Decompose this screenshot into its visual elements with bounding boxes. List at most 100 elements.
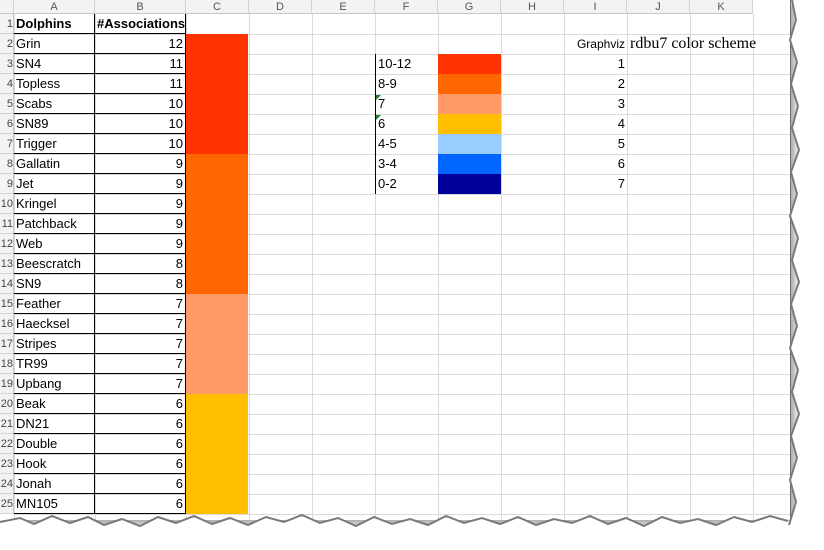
legend-index-cell[interactable]: 5 — [564, 134, 627, 154]
row-header[interactable]: 22 — [0, 434, 14, 454]
row-header[interactable]: 16 — [0, 314, 14, 334]
legend-index-cell[interactable]: 7 — [564, 174, 627, 194]
legend-range-label[interactable]: 8-9 — [375, 74, 438, 94]
association-count-cell[interactable]: 6 — [95, 414, 186, 434]
dolphin-name-cell[interactable]: Trigger — [14, 134, 95, 154]
dolphin-name-cell[interactable]: Patchback — [14, 214, 95, 234]
association-count-cell[interactable]: 9 — [95, 174, 186, 194]
column-header[interactable]: D — [249, 0, 312, 14]
dolphin-name-cell[interactable]: Scabs — [14, 94, 95, 114]
legend-index-cell[interactable]: 2 — [564, 74, 627, 94]
legend-range-label[interactable]: 6 — [375, 114, 438, 134]
association-count-cell[interactable]: 11 — [95, 74, 186, 94]
legend-range-label[interactable]: 3-4 — [375, 154, 438, 174]
association-count-cell[interactable]: 6 — [95, 394, 186, 414]
row-header[interactable]: 21 — [0, 414, 14, 434]
dolphin-name-cell[interactable]: Gallatin — [14, 154, 95, 174]
column-header[interactable]: C — [186, 0, 249, 14]
association-count-cell[interactable]: 12 — [95, 34, 186, 54]
association-count-cell[interactable]: 9 — [95, 154, 186, 174]
column-header[interactable]: H — [501, 0, 564, 14]
row-header[interactable]: 23 — [0, 454, 14, 474]
row-header[interactable]: 9 — [0, 174, 14, 194]
dolphin-name-cell[interactable]: Jonah — [14, 474, 95, 494]
association-count-cell[interactable]: 10 — [95, 134, 186, 154]
select-all-corner[interactable] — [0, 0, 14, 14]
row-header[interactable]: 3 — [0, 54, 14, 74]
association-count-cell[interactable]: 10 — [95, 94, 186, 114]
row-header[interactable]: 19 — [0, 374, 14, 394]
header-dolphins[interactable]: Dolphins — [14, 14, 95, 34]
dolphin-name-cell[interactable]: Double — [14, 434, 95, 454]
dolphin-name-cell[interactable]: Jet — [14, 174, 95, 194]
association-count-cell[interactable]: 9 — [95, 234, 186, 254]
dolphin-name-cell[interactable]: Feather — [14, 294, 95, 314]
header-associations[interactable]: #Associations — [95, 14, 186, 34]
column-header[interactable]: G — [438, 0, 501, 14]
dolphin-name-cell[interactable]: Kringel — [14, 194, 95, 214]
dolphin-name-cell[interactable]: Upbang — [14, 374, 95, 394]
association-count-cell[interactable]: 9 — [95, 214, 186, 234]
column-header[interactable]: K — [690, 0, 753, 14]
association-count-cell[interactable]: 6 — [95, 454, 186, 474]
dolphin-name-cell[interactable]: Beak — [14, 394, 95, 414]
legend-range-label[interactable]: 7 — [375, 94, 438, 114]
column-header[interactable]: I — [564, 0, 627, 14]
dolphin-name-cell[interactable]: SN4 — [14, 54, 95, 74]
row-header[interactable]: 14 — [0, 274, 14, 294]
dolphin-name-cell[interactable]: DN21 — [14, 414, 95, 434]
row-header[interactable]: 8 — [0, 154, 14, 174]
row-header[interactable]: 1 — [0, 14, 14, 34]
legend-index-cell[interactable]: 3 — [564, 94, 627, 114]
dolphin-name-cell[interactable]: Stripes — [14, 334, 95, 354]
row-header[interactable]: 7 — [0, 134, 14, 154]
dolphin-name-cell[interactable]: Haecksel — [14, 314, 95, 334]
row-header[interactable]: 6 — [0, 114, 14, 134]
association-count-cell[interactable]: 6 — [95, 474, 186, 494]
column-header[interactable]: J — [627, 0, 690, 14]
association-count-cell[interactable]: 11 — [95, 54, 186, 74]
legend-range-label[interactable]: 0-2 — [375, 174, 438, 194]
row-header[interactable]: 20 — [0, 394, 14, 414]
association-count-cell[interactable]: 7 — [95, 294, 186, 314]
association-count-cell[interactable]: 9 — [95, 194, 186, 214]
dolphin-name-cell[interactable]: Beescratch — [14, 254, 95, 274]
association-count-cell[interactable]: 8 — [95, 274, 186, 294]
row-header[interactable]: 12 — [0, 234, 14, 254]
legend-index-cell[interactable]: 1 — [564, 54, 627, 74]
dolphin-name-cell[interactable]: Grin — [14, 34, 95, 54]
association-count-cell[interactable]: 7 — [95, 334, 186, 354]
dolphin-name-cell[interactable]: Topless — [14, 74, 95, 94]
legend-range-label[interactable]: 4-5 — [375, 134, 438, 154]
column-header[interactable]: F — [375, 0, 438, 14]
color-scheme-title[interactable]: rdbu7 color scheme — [627, 34, 787, 54]
row-header[interactable]: 13 — [0, 254, 14, 274]
association-count-cell[interactable]: 10 — [95, 114, 186, 134]
legend-index-cell[interactable]: 4 — [564, 114, 627, 134]
dolphin-name-cell[interactable]: TR99 — [14, 354, 95, 374]
row-header[interactable]: 15 — [0, 294, 14, 314]
association-count-cell[interactable]: 6 — [95, 434, 186, 454]
column-header[interactable]: B — [95, 0, 186, 14]
association-count-cell[interactable]: 8 — [95, 254, 186, 274]
row-header[interactable]: 11 — [0, 214, 14, 234]
legend-range-label[interactable]: 10-12 — [375, 54, 438, 74]
dolphin-name-cell[interactable]: SN9 — [14, 274, 95, 294]
row-header[interactable]: 5 — [0, 94, 14, 114]
legend-index-cell[interactable]: 6 — [564, 154, 627, 174]
association-count-cell[interactable]: 7 — [95, 354, 186, 374]
graphviz-label-cell[interactable]: Graphviz — [564, 34, 627, 54]
row-header[interactable]: 4 — [0, 74, 14, 94]
association-count-cell[interactable]: 7 — [95, 314, 186, 334]
column-header[interactable]: A — [14, 0, 95, 14]
dolphin-name-cell[interactable]: SN89 — [14, 114, 95, 134]
column-header[interactable]: E — [312, 0, 375, 14]
row-header[interactable]: 18 — [0, 354, 14, 374]
association-count-cell[interactable]: 7 — [95, 374, 186, 394]
row-header[interactable]: 10 — [0, 194, 14, 214]
dolphin-name-cell[interactable]: Web — [14, 234, 95, 254]
dolphin-name-cell[interactable]: Hook — [14, 454, 95, 474]
row-header[interactable]: 2 — [0, 34, 14, 54]
row-header[interactable]: 24 — [0, 474, 14, 494]
row-header[interactable]: 17 — [0, 334, 14, 354]
